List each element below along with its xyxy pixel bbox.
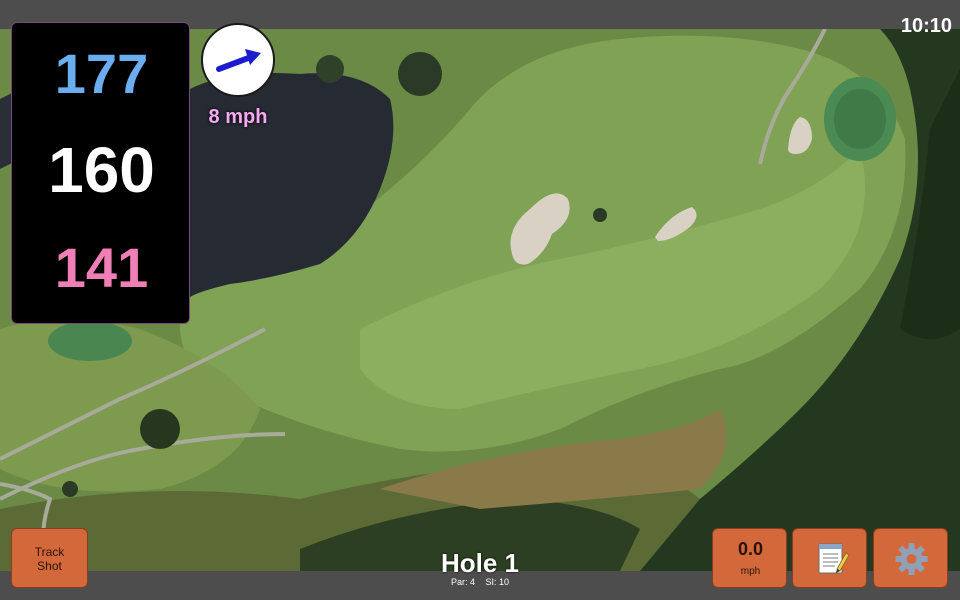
notes-button[interactable]	[792, 528, 867, 588]
clock: 10:10	[900, 15, 952, 37]
settings-button[interactable]	[873, 528, 948, 588]
speed-value: 0.0	[737, 539, 764, 559]
hole-title: Hole 1	[440, 548, 520, 578]
track-shot-label-line2: Shot	[37, 559, 62, 573]
front-distance: 141	[54, 236, 149, 299]
hole-meta: Par: 4 SI: 10	[380, 577, 580, 587]
back-distance: 177	[54, 42, 149, 105]
speed-button[interactable]: 0.0 mph	[712, 528, 787, 588]
center-distance: 160	[48, 134, 155, 206]
notepad-icon	[818, 543, 850, 574]
distance-panel: 177 160 141	[11, 22, 190, 324]
speed-unit: mph	[740, 566, 761, 577]
wind-arrow-icon	[216, 49, 261, 72]
track-shot-button[interactable]: Track Shot	[11, 528, 88, 588]
wind-indicator	[201, 23, 275, 97]
hole-par: Par: 4	[450, 577, 475, 587]
wind-speed: 8 mph	[208, 106, 268, 128]
track-shot-label-line1: Track	[34, 545, 65, 559]
hole-stroke-index: SI: 10	[485, 577, 510, 587]
gear-icon	[895, 543, 928, 575]
